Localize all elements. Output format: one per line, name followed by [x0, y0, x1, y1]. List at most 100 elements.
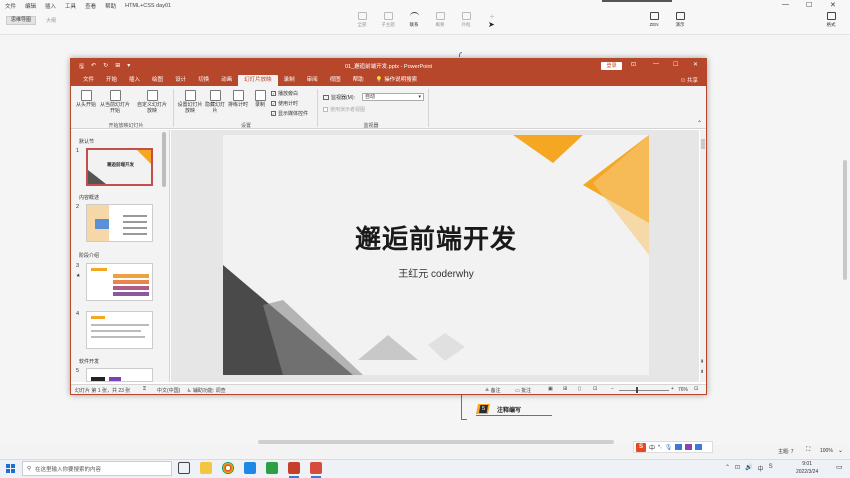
slide-thumb-5[interactable] — [86, 368, 153, 382]
custom-slideshow-button[interactable]: 自定义幻灯片放映 — [135, 90, 169, 114]
tab-slideshow[interactable]: 幻灯片放映 — [238, 75, 278, 86]
sorter-view-icon[interactable]: ⊞ — [563, 386, 567, 392]
windows-start-icon[interactable] — [6, 464, 15, 473]
topic-node[interactable]: 注释编写 — [497, 405, 521, 414]
horizontal-scrollbar[interactable] — [258, 440, 614, 444]
menu-edit[interactable]: 编辑 — [25, 2, 36, 10]
taskbar-clock[interactable]: 9:01 2022/3/24 — [796, 460, 818, 476]
ime-punct-icon[interactable]: •, — [658, 444, 662, 450]
tab-insert[interactable]: 插入 — [123, 75, 146, 86]
share-button[interactable]: ⚇ 共享 — [681, 76, 698, 84]
ime-tray-icon[interactable]: 中 — [758, 464, 764, 473]
close-icon[interactable]: ✕ — [830, 1, 836, 9]
tab-outline[interactable]: 大纲 — [46, 17, 56, 24]
collapse-ribbon-icon[interactable]: ⌃ — [697, 120, 702, 127]
file-explorer-icon[interactable] — [200, 462, 212, 474]
zoom-in-icon[interactable]: + — [671, 386, 674, 392]
tab-transitions[interactable]: 切换 — [192, 75, 215, 86]
slide-thumb-1[interactable]: 邂逅前端开发 — [86, 148, 153, 186]
tray-expand-icon[interactable]: ⌃ — [725, 464, 730, 473]
hide-slide-button[interactable]: 隐藏幻灯片 — [205, 90, 225, 114]
summary-button[interactable]: 概要 — [429, 12, 451, 28]
tab-mindmap[interactable]: 思维导图 — [6, 16, 37, 25]
zoom-level[interactable]: 100% — [820, 448, 833, 454]
notification-icon[interactable]: ▭ — [836, 463, 843, 471]
slide-thumb-4[interactable] — [86, 311, 153, 349]
narration-checkbox[interactable]: ✓ 播放旁白 — [271, 90, 298, 97]
prev-slide-icon[interactable]: ⇞ — [700, 359, 704, 365]
ribbon-display-icon[interactable]: ⊡ — [631, 61, 636, 68]
tab-design[interactable]: 设计 — [169, 75, 192, 86]
theme-indicator[interactable]: 主题: 7 — [778, 448, 794, 455]
tab-file[interactable]: 文件 — [77, 75, 100, 86]
tab-record[interactable]: 录制 — [278, 75, 301, 86]
menu-insert[interactable]: 插入 — [45, 2, 56, 10]
maximize-icon[interactable]: ☐ — [806, 1, 812, 9]
tab-home[interactable]: 开始 — [100, 75, 123, 86]
from-beginning-button[interactable]: 从头开始 — [75, 90, 97, 108]
slide-title[interactable]: 邂逅前端开发 — [223, 219, 649, 256]
menu-view[interactable]: 查看 — [85, 2, 96, 10]
from-current-button[interactable]: 从当前幻灯片开始 — [99, 90, 131, 114]
zoom-dropdown-icon[interactable]: ⌄ — [838, 447, 843, 454]
subtopic-button[interactable]: 子主题 — [377, 12, 399, 28]
tab-view[interactable]: 视图 — [324, 75, 347, 86]
media-controls-checkbox[interactable]: ✓ 显示媒体控件 — [271, 110, 308, 117]
comments-button[interactable]: ▭ 批注 — [515, 387, 531, 394]
ppt-maximize-icon[interactable]: ☐ — [673, 61, 678, 68]
network-icon[interactable]: ⊡ — [735, 464, 740, 473]
vscode-icon[interactable] — [244, 462, 256, 474]
sogou-tray-icon[interactable]: S — [769, 464, 773, 473]
slide-subtitle[interactable]: 王红元 coderwhy — [223, 265, 649, 280]
task-view-icon[interactable] — [178, 462, 190, 474]
login-button[interactable]: 登录 — [601, 62, 622, 70]
zoom-slider-thumb[interactable] — [636, 387, 638, 393]
normal-view-icon[interactable]: ▣ — [548, 386, 553, 392]
setup-slideshow-button[interactable]: 设置幻灯片放映 — [177, 90, 203, 114]
rehearse-timings-button[interactable]: 排练计时 — [227, 90, 249, 108]
format-button[interactable]: 格式 — [820, 12, 842, 28]
tab-animations[interactable]: 动画 — [215, 75, 238, 86]
slide-vertical-scrollbar[interactable] — [700, 130, 706, 382]
section-default[interactable]: 默认节 — [79, 138, 94, 145]
ppt-zoom-level[interactable]: 76% — [678, 387, 688, 393]
camtasia-icon[interactable] — [266, 462, 278, 474]
zen-button[interactable]: ZEN — [643, 12, 665, 27]
mic-icon[interactable]: 🎙 — [665, 444, 673, 451]
xmind-icon[interactable] — [310, 462, 322, 474]
relationship-button[interactable]: 联系 — [403, 12, 425, 28]
top-drag-bar[interactable] — [602, 0, 672, 2]
tab-help[interactable]: 帮助 — [347, 75, 370, 86]
monitor-select[interactable]: 自动 ▾ — [362, 93, 424, 101]
slideshow-view-icon[interactable]: ⊡ — [593, 386, 597, 392]
taskbar-search[interactable]: ⚲ 在这里输入你要搜索的内容 — [22, 461, 172, 476]
skin-icon[interactable] — [685, 444, 693, 450]
slide-thumbnails-panel[interactable]: 默认节 1 邂逅前端开发 内容概述 2 阶段介绍 3 ★ 4 软件开发 5 — [71, 130, 170, 382]
present-button[interactable]: 演示 — [669, 12, 691, 28]
presenter-view-checkbox[interactable]: 使用演示者视图 — [323, 106, 365, 113]
zoom-out-icon[interactable]: − — [611, 386, 614, 392]
section-overview[interactable]: 内容概述 — [79, 194, 99, 201]
language-indicator[interactable]: 中文(中国) — [157, 387, 180, 394]
ime-mode-icon[interactable]: 中 — [649, 443, 655, 452]
menu-tools[interactable]: 工具 — [65, 2, 76, 10]
spellcheck-icon[interactable]: ⍰ — [143, 386, 146, 392]
tab-draw[interactable]: 绘图 — [146, 75, 169, 86]
ime-toolbar[interactable]: S 中 •, 🎙 — [633, 441, 713, 453]
zoom-slider[interactable] — [619, 390, 669, 391]
timings-checkbox[interactable]: ✓ 使用计时 — [271, 100, 298, 107]
menu-file[interactable]: 文件 — [5, 2, 16, 10]
keyboard-icon[interactable] — [675, 444, 683, 450]
tab-review[interactable]: 审阅 — [301, 75, 324, 86]
thumbnails-scrollbar[interactable] — [162, 132, 166, 187]
menu-help[interactable]: 帮助 — [105, 2, 116, 10]
ppt-close-icon[interactable]: ✕ — [693, 61, 698, 68]
fit-slide-icon[interactable]: ⊡ — [694, 386, 698, 392]
scrollbar-thumb[interactable] — [701, 139, 705, 149]
vertical-scrollbar[interactable] — [843, 160, 847, 280]
minimize-icon[interactable]: — — [782, 1, 789, 8]
powerpoint-icon[interactable] — [288, 462, 300, 474]
speaker-icon[interactable]: 🔊 — [745, 464, 752, 473]
chrome-icon[interactable] — [222, 462, 234, 474]
topic-button[interactable]: 全部 — [351, 12, 373, 28]
